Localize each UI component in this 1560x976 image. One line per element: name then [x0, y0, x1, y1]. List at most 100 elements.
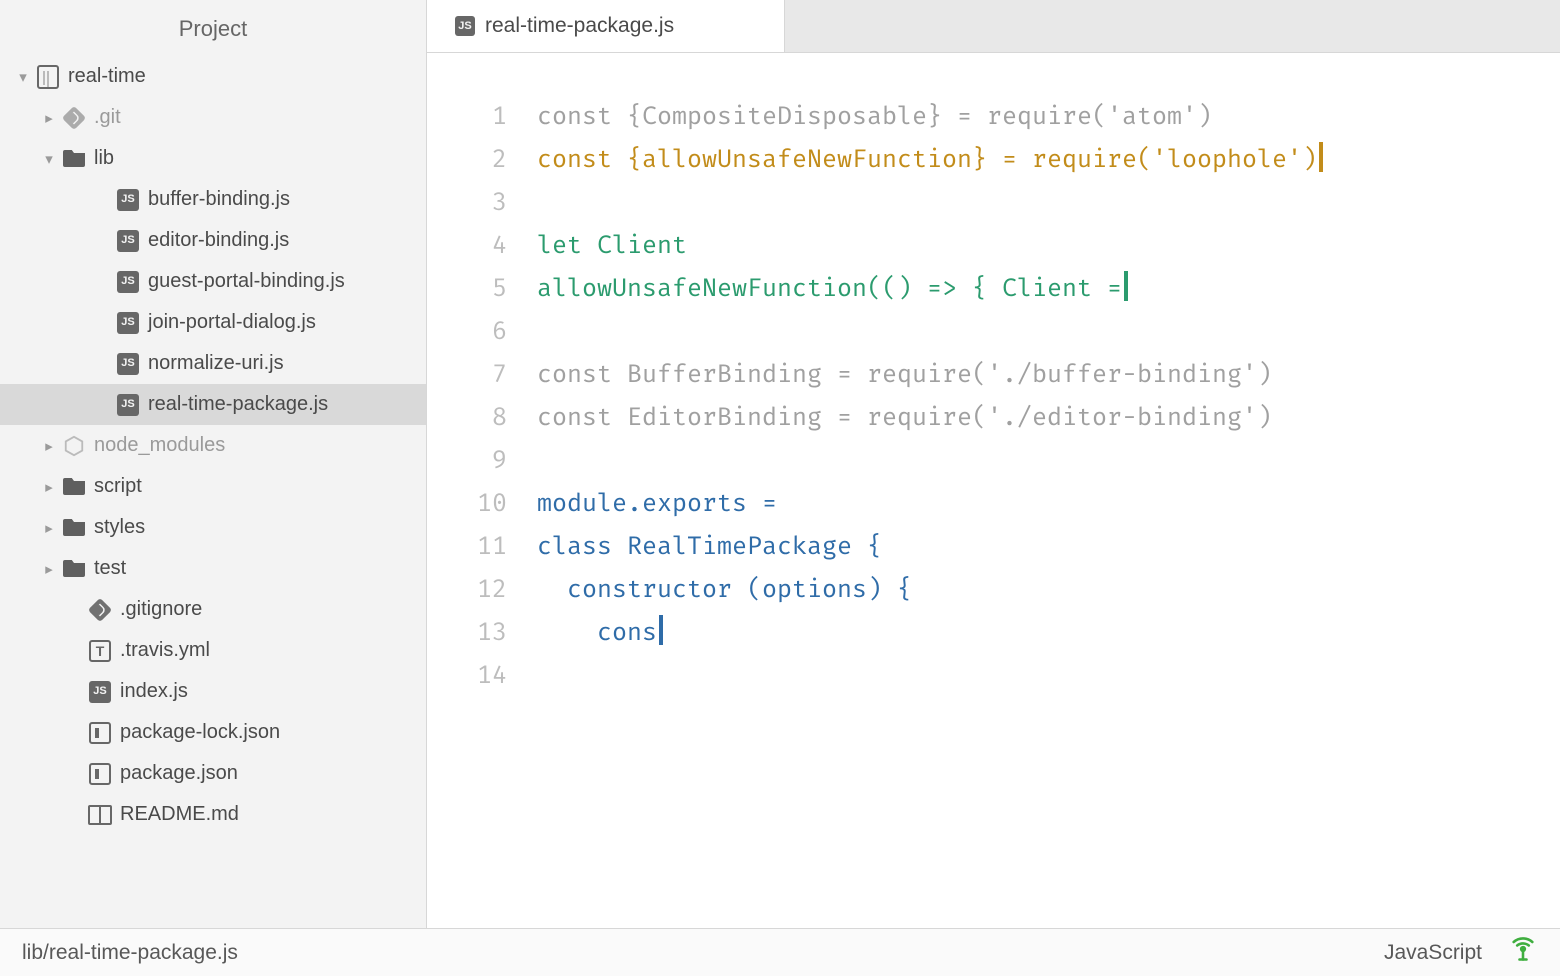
tree-item-pkglock[interactable]: ▸package-lock.json: [0, 712, 426, 753]
line-number[interactable]: 9: [427, 439, 507, 482]
code-body[interactable]: const {CompositeDisposable} = require('a…: [537, 95, 1560, 928]
tree-item-label: lib: [94, 147, 114, 170]
js-file-icon: [114, 312, 142, 334]
editor-area: real-time-package.js 1234567891011121314…: [427, 0, 1560, 928]
remote-cursor: [1124, 271, 1128, 301]
tree-root[interactable]: ▾ real-time: [0, 56, 426, 97]
chevron-right-icon[interactable]: ▸: [38, 519, 60, 537]
gutter: 1234567891011121314: [427, 95, 537, 928]
folder-icon: [60, 560, 88, 577]
line-number[interactable]: 1: [427, 95, 507, 138]
line-number[interactable]: 11: [427, 525, 507, 568]
line-number[interactable]: 4: [427, 224, 507, 267]
tree-item-join[interactable]: ▸join-portal-dialog.js: [0, 302, 426, 343]
line-number[interactable]: 5: [427, 267, 507, 310]
tree-item-label: package-lock.json: [120, 721, 280, 744]
code-line[interactable]: allowUnsafeNewFunction(() => { Client =: [537, 267, 1560, 310]
line-number[interactable]: 14: [427, 654, 507, 697]
project-panel: Project ▾ real-time ▸.git▾lib▸buffer-bin…: [0, 0, 427, 928]
book-icon: [86, 805, 114, 825]
tree-item-travis[interactable]: ▸.travis.yml: [0, 630, 426, 671]
tree-item-bufbind[interactable]: ▸buffer-binding.js: [0, 179, 426, 220]
teletype-antenna-icon[interactable]: [1508, 935, 1538, 970]
status-language[interactable]: JavaScript: [1384, 941, 1482, 965]
tree-item-label: editor-binding.js: [148, 229, 289, 252]
js-file-icon: [114, 271, 142, 293]
tab-label: real-time-package.js: [485, 14, 674, 38]
tree-item-lib[interactable]: ▾ lib: [0, 138, 426, 179]
code-line[interactable]: module.exports =: [537, 482, 1560, 525]
chevron-right-icon[interactable]: ▸: [38, 437, 60, 455]
remote-cursor: [659, 615, 663, 645]
status-bar: lib/real-time-package.js JavaScript: [0, 928, 1560, 976]
git-icon: [86, 599, 114, 621]
tree-item-label: node_modules: [94, 434, 225, 457]
js-file-icon: [455, 16, 475, 36]
line-number[interactable]: 8: [427, 396, 507, 439]
code-line[interactable]: cons: [537, 611, 1560, 654]
tree-item-label: test: [94, 557, 126, 580]
line-number[interactable]: 6: [427, 310, 507, 353]
tree-root-label: real-time: [68, 65, 146, 88]
line-number[interactable]: 2: [427, 138, 507, 181]
js-file-icon: [114, 353, 142, 375]
code-line[interactable]: [537, 310, 1560, 353]
chevron-down-icon[interactable]: ▾: [38, 150, 60, 168]
code-line[interactable]: constructor (options) {: [537, 568, 1560, 611]
tree-item-label: styles: [94, 516, 145, 539]
code-editor[interactable]: 1234567891011121314 const {CompositeDisp…: [427, 53, 1560, 928]
tree-item-edbind[interactable]: ▸editor-binding.js: [0, 220, 426, 261]
tree-item-pkg[interactable]: ▸package.json: [0, 753, 426, 794]
tree-item-label: package.json: [120, 762, 238, 785]
repo-icon: [34, 65, 62, 89]
status-path[interactable]: lib/real-time-package.js: [22, 941, 238, 965]
remote-cursor: [1319, 142, 1323, 172]
code-line[interactable]: [537, 654, 1560, 697]
chevron-right-icon[interactable]: ▸: [38, 560, 60, 578]
line-number[interactable]: 13: [427, 611, 507, 654]
folder-icon: [60, 519, 88, 536]
folder-icon: [60, 150, 88, 167]
tab-bar: real-time-package.js: [427, 0, 1560, 53]
line-number[interactable]: 12: [427, 568, 507, 611]
tree-item-styles[interactable]: ▸ styles: [0, 507, 426, 548]
chevron-right-icon[interactable]: ▸: [38, 478, 60, 496]
tree-item-guest[interactable]: ▸guest-portal-binding.js: [0, 261, 426, 302]
tree-item-label: .gitignore: [120, 598, 202, 621]
tree-item-git[interactable]: ▸ .git: [0, 97, 426, 138]
code-line[interactable]: const {allowUnsafeNewFunction} = require…: [537, 138, 1560, 181]
line-number[interactable]: 10: [427, 482, 507, 525]
tree-item-label: join-portal-dialog.js: [148, 311, 316, 334]
tree-item-nodemod[interactable]: ▸ node_modules: [0, 425, 426, 466]
js-file-icon: [86, 681, 114, 703]
tree-item-label: buffer-binding.js: [148, 188, 290, 211]
chevron-right-icon[interactable]: ▸: [38, 109, 60, 127]
tree-item-gitign[interactable]: ▸.gitignore: [0, 589, 426, 630]
tree-item-norm[interactable]: ▸normalize-uri.js: [0, 343, 426, 384]
tree-item-test[interactable]: ▸ test: [0, 548, 426, 589]
code-line[interactable]: [537, 181, 1560, 224]
code-line[interactable]: [537, 439, 1560, 482]
tree-item-index[interactable]: ▸index.js: [0, 671, 426, 712]
code-line[interactable]: const EditorBinding = require('./editor-…: [537, 396, 1560, 439]
tree-item-label: .git: [94, 106, 121, 129]
tree-item-rtpkg[interactable]: ▸real-time-package.js: [0, 384, 426, 425]
code-line[interactable]: const {CompositeDisposable} = require('a…: [537, 95, 1560, 138]
js-file-icon: [114, 230, 142, 252]
tree-item-label: normalize-uri.js: [148, 352, 284, 375]
project-tree: ▾ real-time ▸.git▾lib▸buffer-binding.js▸…: [0, 56, 426, 928]
project-panel-title: Project: [0, 0, 426, 56]
tree-item-readme[interactable]: ▸README.md: [0, 794, 426, 835]
tab-active[interactable]: real-time-package.js: [427, 0, 785, 52]
code-line[interactable]: let Client: [537, 224, 1560, 267]
line-number[interactable]: 7: [427, 353, 507, 396]
line-number[interactable]: 3: [427, 181, 507, 224]
code-line[interactable]: const BufferBinding = require('./buffer-…: [537, 353, 1560, 396]
json-file-icon: [86, 763, 114, 785]
folder-icon: [60, 478, 88, 495]
code-line[interactable]: class RealTimePackage {: [537, 525, 1560, 568]
json-file-icon: [86, 722, 114, 744]
tree-item-label: index.js: [120, 680, 188, 703]
tree-item-label: .travis.yml: [120, 639, 210, 662]
tree-item-script[interactable]: ▸script: [0, 466, 426, 507]
